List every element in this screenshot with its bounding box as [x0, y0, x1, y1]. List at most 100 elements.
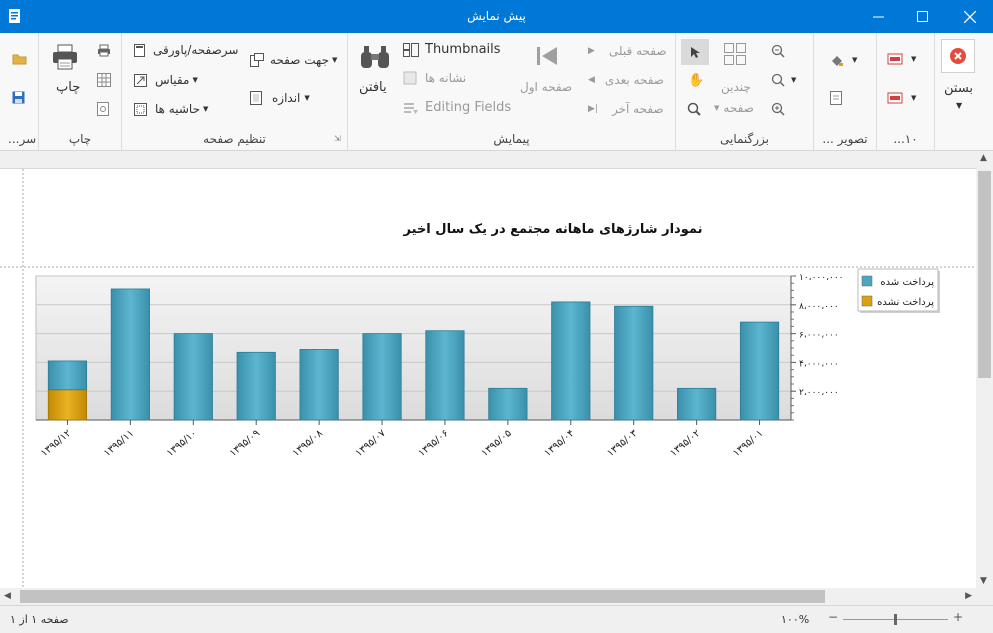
- legend-label: پرداخت شده: [880, 277, 934, 288]
- chevron-down-icon[interactable]: ▼: [956, 101, 962, 110]
- zoom-slider-thumb[interactable]: [894, 614, 897, 625]
- bar-paid[interactable]: [299, 349, 339, 421]
- first-page-icon: [537, 47, 557, 65]
- pdf-icon: [887, 53, 903, 65]
- close-icon: [964, 10, 976, 23]
- ribbon: بستن ▼ ▼ ▼ ...۱۰ ▼ ... تصویر ✋ چندین ▼ ص…: [0, 33, 993, 151]
- bar-paid[interactable]: [110, 288, 150, 421]
- pointer-button[interactable]: [681, 39, 709, 65]
- vertical-scroll-thumb[interactable]: [978, 171, 991, 378]
- printer-icon: [53, 44, 77, 70]
- y-tick-label: ۲،۰۰۰،۰۰۰: [799, 388, 839, 398]
- zoom-icon: [771, 73, 785, 87]
- orientation-button[interactable]: جهت صفحه ▼: [250, 53, 337, 67]
- page-info: صفحه ۱ از ۱: [10, 613, 69, 626]
- horizontal-scroll-thumb[interactable]: [20, 590, 825, 603]
- multi-page-button[interactable]: [724, 43, 746, 65]
- window-title: پیش نمایش: [467, 9, 526, 23]
- title-bar: پیش نمایش: [0, 0, 993, 33]
- print-label[interactable]: چاپ: [56, 80, 80, 95]
- scroll-right-arrow[interactable]: ▶: [965, 591, 972, 601]
- header-footer-button[interactable]: سرصفحه/پاورقی: [134, 43, 238, 57]
- scroll-down-arrow[interactable]: ▼: [980, 576, 987, 586]
- zoom-dropdown-button[interactable]: ▼: [771, 73, 796, 87]
- save-button[interactable]: [12, 91, 25, 104]
- print-icon-button[interactable]: [52, 44, 78, 70]
- document-viewer[interactable]: نمودار شارژهای ماهانه مجتمع در یک سال اخ…: [0, 151, 976, 588]
- close-preview-label[interactable]: بستن: [944, 81, 973, 96]
- first-page-icon-button[interactable]: [536, 45, 558, 67]
- page-layout-button[interactable]: [97, 73, 111, 87]
- bookmarks-icon: [403, 71, 417, 85]
- editing-fields-button[interactable]: Editing Fields: [403, 100, 511, 115]
- first-page-label[interactable]: صفحه اول: [520, 80, 572, 94]
- margins-button[interactable]: حاشیه ها ▼: [134, 102, 208, 116]
- zoom-out-button[interactable]: [771, 44, 785, 58]
- bookmarks-button[interactable]: نشانه ها: [403, 71, 466, 85]
- bar-paid[interactable]: [739, 321, 780, 421]
- zoom-level: ۱۰۰%: [781, 613, 810, 626]
- multi-page-label[interactable]: چندین: [721, 80, 751, 94]
- minimize-icon: [872, 16, 884, 18]
- size-button[interactable]: اندازه ▼: [250, 91, 310, 105]
- orientation-icon: [250, 53, 264, 67]
- parameters-button[interactable]: [97, 102, 109, 116]
- image-group-label: ... تصویر: [822, 132, 868, 146]
- scroll-left-arrow[interactable]: ◀: [4, 591, 11, 601]
- zoom-magnifier-button[interactable]: [687, 102, 701, 116]
- ruler: [0, 151, 976, 169]
- legend-swatch: [861, 295, 873, 307]
- close-window-button[interactable]: [947, 0, 993, 33]
- last-page-label: صفحه آخر: [611, 102, 664, 116]
- find-label[interactable]: یافتن: [359, 80, 387, 95]
- bar-paid[interactable]: [677, 387, 717, 421]
- watermark-button[interactable]: [830, 91, 842, 105]
- export-send-button[interactable]: ▼: [887, 91, 916, 105]
- x-tick-label: ۱۳۹۵/۰۸: [291, 427, 326, 459]
- bookmarks-label: نشانه ها: [425, 71, 467, 85]
- maximize-icon: [916, 11, 928, 22]
- bar-paid[interactable]: [236, 351, 276, 421]
- thumbnails-button[interactable]: Thumbnails: [403, 42, 501, 57]
- minimize-button[interactable]: [855, 0, 901, 33]
- page-dropdown[interactable]: ▼ صفحه: [714, 101, 754, 115]
- bar-paid[interactable]: [425, 330, 465, 421]
- scale-button[interactable]: مقیاس ▼: [134, 73, 198, 87]
- header-footer-icon: [134, 43, 145, 57]
- zoom-in-button[interactable]: [771, 102, 785, 116]
- navigation-group-label: پیمایش: [493, 132, 530, 146]
- size-label: اندازه: [272, 91, 301, 105]
- zoom-out-slider-button[interactable]: −: [828, 610, 838, 624]
- bar-paid[interactable]: [614, 305, 654, 421]
- open-button[interactable]: [12, 53, 27, 65]
- zoom-in-slider-button[interactable]: +: [953, 610, 963, 624]
- horizontal-scrollbar[interactable]: ◀ ▶: [0, 588, 976, 605]
- last-page-button[interactable]: ▶| صفحه آخر: [588, 102, 664, 116]
- bar-paid[interactable]: [173, 333, 213, 421]
- bar-unpaid[interactable]: [47, 389, 88, 421]
- report-page: نمودار شارژهای ماهانه مجتمع در یک سال اخ…: [0, 169, 976, 588]
- vertical-scrollbar[interactable]: ▲ ▼: [976, 151, 993, 588]
- quick-print-button[interactable]: [97, 44, 111, 57]
- export-pdf-button[interactable]: ▼: [887, 52, 916, 66]
- bar-paid[interactable]: [488, 387, 528, 421]
- page-color-button[interactable]: ▼: [830, 53, 857, 67]
- zoom-group-label: بزرگنمایی: [719, 132, 770, 146]
- next-page-button[interactable]: ◀ صفحه بعدی: [588, 73, 664, 87]
- prev-page-button[interactable]: ▶ صفحه قبلی: [588, 44, 667, 58]
- bar-paid[interactable]: [551, 301, 591, 421]
- find-icon-button[interactable]: [360, 45, 390, 69]
- bar-paid[interactable]: [47, 360, 88, 391]
- maximize-button[interactable]: [899, 0, 945, 33]
- document-settings-icon: [97, 102, 109, 116]
- scroll-up-arrow[interactable]: ▲: [980, 153, 987, 163]
- next-page-icon: ◀: [588, 75, 595, 85]
- close-preview-button[interactable]: [941, 39, 975, 73]
- hand-tool-button[interactable]: ✋: [688, 73, 704, 88]
- x-tick-label: ۱۳۹۵/۰۳: [605, 427, 640, 459]
- bar-paid[interactable]: [362, 333, 402, 421]
- bar-chart: ۲،۰۰۰،۰۰۰ ۴،۰۰۰،۰۰۰ ۶،۰۰۰،۰۰۰ ۸،۰۰۰،۰۰۰ ۱۰،۰…: [35, 268, 940, 459]
- quick-print-icon: [98, 44, 110, 57]
- watermark-icon: [830, 91, 842, 105]
- prev-page-icon: ▶: [588, 46, 595, 56]
